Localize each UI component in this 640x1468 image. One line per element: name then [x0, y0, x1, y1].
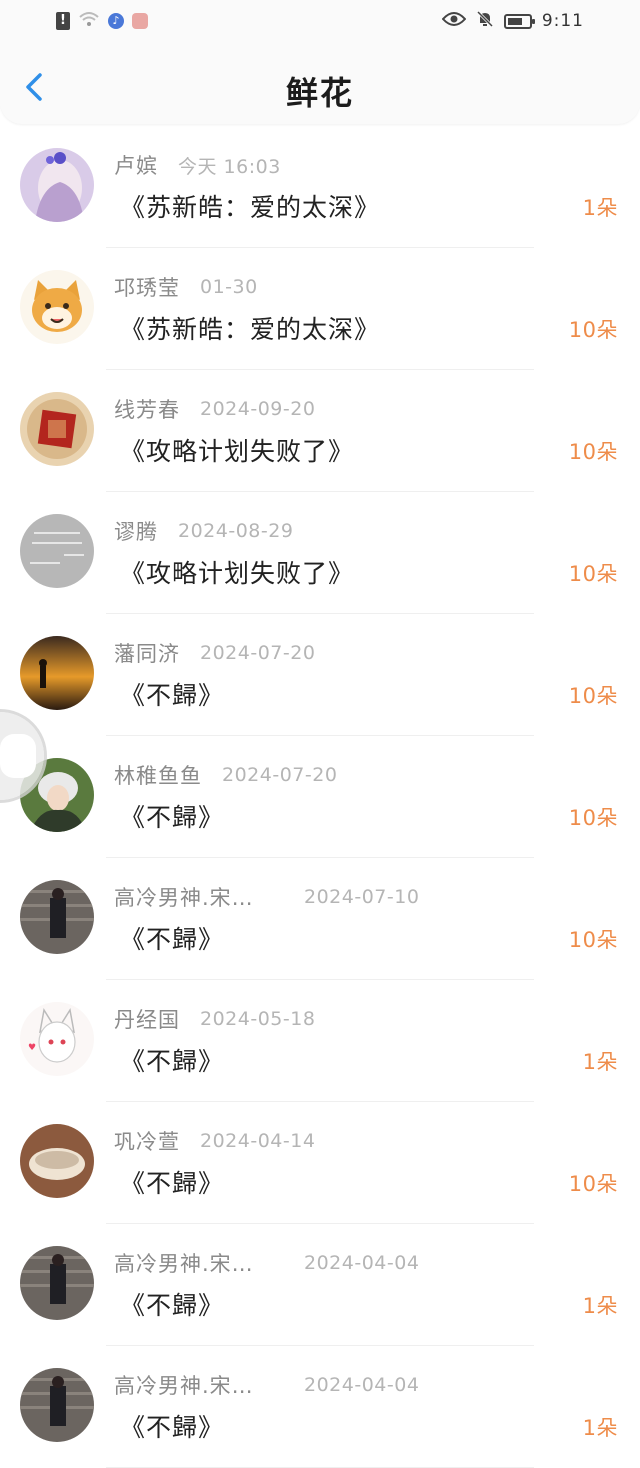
item-meta: 高冷男神.宋… 2024-04-04 [114, 1248, 419, 1278]
flower-count: 1朵 [582, 1050, 618, 1074]
page-title: 鲜花 [285, 74, 354, 112]
user-name: 巩冷萱 [114, 1130, 180, 1154]
item-meta: 谬腾 2024-08-29 [114, 516, 293, 546]
list-item[interactable]: 卢嫔 今天 16:03 《苏新皓：爱的太深》 1朵 [0, 126, 640, 248]
item-meta: 藩同济 2024-07-20 [114, 638, 315, 668]
item-meta: 林稚鱼鱼 2024-07-20 [114, 760, 337, 790]
flower-count: 10朵 [568, 318, 618, 342]
user-name: 高冷男神.宋… [114, 1252, 254, 1276]
item-meta: 卢嫔 今天 16:03 [114, 150, 281, 180]
flower-count: 10朵 [568, 562, 618, 586]
avatar [20, 636, 94, 710]
status-right: 9:11 [441, 10, 584, 32]
top-nav-bar: 鲜花 [0, 44, 640, 124]
avatar [20, 1246, 94, 1320]
user-name: 藩同济 [114, 642, 180, 666]
user-name: 线芳春 [114, 398, 180, 422]
gift-date: 2024-04-04 [304, 1374, 420, 1396]
wifi-icon [78, 10, 100, 32]
avatar [20, 514, 94, 588]
flower-count: 10朵 [568, 928, 618, 952]
item-meta: 巩冷萱 2024-04-14 [114, 1126, 315, 1156]
gift-date: 2024-05-18 [200, 1008, 316, 1030]
book-title: 《攻略计划失败了》 [120, 437, 355, 466]
app-icon [132, 13, 148, 29]
list-item[interactable]: 谬腾 2024-08-29 《攻略计划失败了》 10朵 [0, 492, 640, 614]
user-name: 邛琇莹 [114, 276, 180, 300]
list-item[interactable]: 线芳春 2024-09-20 《攻略计划失败了》 10朵 [0, 370, 640, 492]
list-item[interactable]: 高冷男神.宋… 2024-04-04 《不歸》 1朵 [0, 1224, 640, 1346]
gift-date: 2024-08-29 [178, 520, 294, 542]
user-name: 卢嫔 [114, 154, 158, 178]
flower-list: 卢嫔 今天 16:03 《苏新皓：爱的太深》 1朵 邛琇莹 01-30 《苏新皓… [0, 126, 640, 1468]
book-title: 《攻略计划失败了》 [120, 559, 355, 588]
book-title: 《不歸》 [120, 1047, 225, 1076]
bell-muted-icon [476, 10, 494, 32]
flower-count: 1朵 [582, 1416, 618, 1440]
user-name: 高冷男神.宋… [114, 886, 254, 910]
flower-count: 10朵 [568, 806, 618, 830]
avatar: ♥ [20, 1002, 94, 1076]
user-name: 林稚鱼鱼 [114, 764, 202, 788]
item-meta: 邛琇莹 01-30 [114, 272, 258, 302]
user-name: 丹经国 [114, 1008, 180, 1032]
list-item[interactable]: 藩同济 2024-07-20 《不歸》 10朵 [0, 614, 640, 736]
book-title: 《不歸》 [120, 1413, 225, 1442]
book-title: 《不歸》 [120, 681, 225, 710]
avatar [20, 1368, 94, 1442]
gift-date: 2024-07-20 [222, 764, 338, 786]
flower-count: 1朵 [582, 196, 618, 220]
gift-date: 2024-04-14 [200, 1130, 316, 1152]
list-item[interactable]: 高冷男神.宋… 2024-07-10 《不歸》 10朵 [0, 858, 640, 980]
avatar [20, 270, 94, 344]
battery-icon [503, 13, 535, 29]
book-title: 《不歸》 [120, 925, 225, 954]
flower-count: 1朵 [582, 1294, 618, 1318]
gift-date: 2024-07-20 [200, 642, 316, 664]
user-name: 高冷男神.宋… [114, 1374, 254, 1398]
book-title: 《苏新皓：爱的太深》 [120, 315, 381, 344]
book-title: 《不歸》 [120, 1169, 225, 1198]
flower-count: 10朵 [568, 440, 618, 464]
status-bar: ! ♪ 9:11 [0, 0, 640, 44]
status-left: ! ♪ [56, 10, 148, 32]
avatar [20, 148, 94, 222]
gift-date: 01-30 [200, 276, 258, 298]
item-meta: 高冷男神.宋… 2024-04-04 [114, 1370, 419, 1400]
svg-text:♥: ♥ [28, 1043, 36, 1053]
alert-icon: ! [56, 12, 70, 30]
gift-date: 2024-07-10 [304, 886, 420, 908]
book-title: 《苏新皓：爱的太深》 [120, 193, 381, 222]
user-name: 谬腾 [114, 520, 158, 544]
music-app-icon: ♪ [108, 13, 124, 29]
assistant-icon [0, 734, 36, 778]
list-item[interactable]: 林稚鱼鱼 2024-07-20 《不歸》 10朵 [0, 736, 640, 858]
eye-icon [441, 11, 467, 31]
list-item[interactable]: ♥ 丹经国 2024-05-18 《不歸》 1朵 [0, 980, 640, 1102]
avatar [20, 392, 94, 466]
flower-count: 10朵 [568, 1172, 618, 1196]
clock: 9:11 [541, 11, 584, 31]
list-item[interactable]: 邛琇莹 01-30 《苏新皓：爱的太深》 10朵 [0, 248, 640, 370]
gift-date: 2024-09-20 [200, 398, 316, 420]
avatar [20, 880, 94, 954]
book-title: 《不歸》 [120, 1291, 225, 1320]
list-item[interactable]: 高冷男神.宋… 2024-04-04 《不歸》 1朵 [0, 1346, 640, 1468]
item-meta: 线芳春 2024-09-20 [114, 394, 315, 424]
flower-count: 10朵 [568, 684, 618, 708]
gift-date: 今天 16:03 [178, 155, 281, 178]
list-item[interactable]: 巩冷萱 2024-04-14 《不歸》 10朵 [0, 1102, 640, 1224]
item-meta: 丹经国 2024-05-18 [114, 1004, 315, 1034]
gift-date: 2024-04-04 [304, 1252, 420, 1274]
book-title: 《不歸》 [120, 803, 225, 832]
item-meta: 高冷男神.宋… 2024-07-10 [114, 882, 419, 912]
avatar [20, 1124, 94, 1198]
